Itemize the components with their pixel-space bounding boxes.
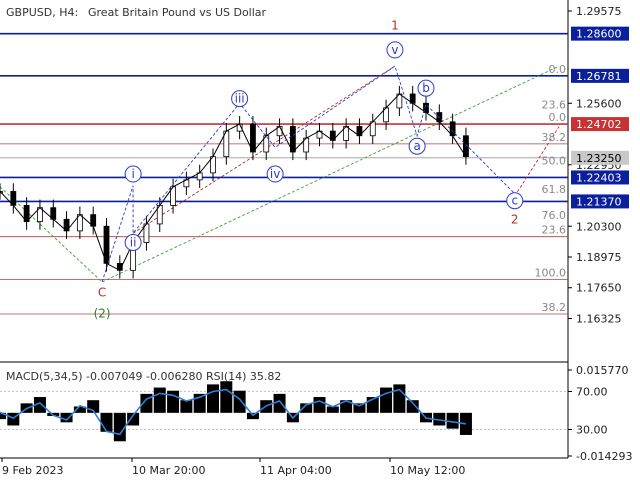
level-tag-0: 1.28600: [576, 28, 622, 41]
wave-label-0: 1: [391, 19, 399, 33]
price-tick-label-4: 1.18975: [576, 251, 622, 264]
wave-label-1: v: [391, 43, 398, 57]
wave-label-9: 2: [511, 212, 519, 226]
x-tick-label-2: 11 Apr 04:00: [260, 464, 332, 477]
price-tick-label-3: 1.20300: [576, 220, 622, 233]
fib-label-3: 38.2: [542, 131, 567, 144]
chart-root: 1 v iii i ii iv b a c 2 C (2) 0.0 23.6 0.0 38.2 50.0 61.…: [0, 0, 640, 480]
wave-label-8: c: [511, 194, 518, 208]
macd-bar-29: [380, 387, 393, 413]
macd-bar-18: [233, 390, 246, 413]
price-tick-label-5: 1.17650: [576, 282, 622, 295]
fib-label-5: 61.8: [542, 183, 567, 196]
fib-label-6: 76.0: [542, 209, 567, 222]
fib-label-4: 50.0: [542, 155, 567, 168]
level-tag-2: 1.24702: [576, 118, 622, 131]
level-tag-4: 1.22403: [576, 171, 622, 184]
indicator-tick-label-1: 70.00: [576, 386, 608, 399]
indicator-label: MACD(5,34,5) -0.007049 -0.006280 RSI(14)…: [6, 370, 281, 383]
wave-label-7: a: [413, 139, 420, 153]
macd-bar-8: [100, 412, 113, 432]
fib-label-2: 0.0: [549, 111, 567, 124]
fib-label-0: 0.0: [549, 63, 567, 76]
fib-label-7: 23.6: [542, 224, 567, 237]
macd-bar-14: [180, 400, 193, 413]
wave-label-11: (2): [94, 306, 111, 320]
macd-bar-24: [313, 397, 326, 413]
wave-label-3: i: [131, 167, 134, 181]
price-tick-label-1: 1.25600: [576, 97, 622, 110]
level-tag-3: 1.23250: [576, 152, 622, 165]
level-tag-1: 1.26781: [576, 70, 622, 83]
macd-bar-30: [393, 384, 406, 413]
wave-label-10: C: [98, 285, 106, 299]
level-tag-5: 1.21370: [576, 195, 622, 208]
price-tick-label-0: 1.29575: [576, 5, 622, 18]
wave-label-2: iii: [235, 92, 245, 106]
chart-symbol: GBPUSD, H4:: [6, 6, 78, 19]
fib-label-8: 100.0: [535, 267, 567, 280]
macd-bar-5: [60, 412, 73, 423]
x-tick-label-3: 10 May 12:00: [390, 464, 465, 477]
macd-bar-17: [220, 381, 233, 413]
indicator-tick-label-2: 30.00: [576, 424, 608, 437]
chart-description: Great Britain Pound vs US Dollar: [88, 6, 267, 19]
indicator-tick-label-3: -0.014293: [576, 450, 632, 463]
x-tick-label-0: 9 Feb 2023: [2, 464, 63, 477]
x-tick-label-1: 10 Mar 20:00: [132, 464, 205, 477]
price-tick-label-6: 1.16325: [576, 312, 622, 325]
wave-label-6: b: [422, 81, 430, 95]
fib-label-1: 23.6: [542, 98, 567, 111]
indicator-tick-label-0: 0.015770: [576, 364, 629, 377]
macd-bar-16: [207, 384, 219, 413]
chart-canvas: 1viiiiiiivbac2C(2) 0.023.60.038.250.061.…: [0, 0, 640, 480]
wave-label-5: iv: [270, 167, 280, 181]
fib-label-9: 38.2: [542, 301, 567, 314]
macd-bar-12: [153, 387, 166, 413]
wave-label-4: ii: [130, 235, 137, 249]
